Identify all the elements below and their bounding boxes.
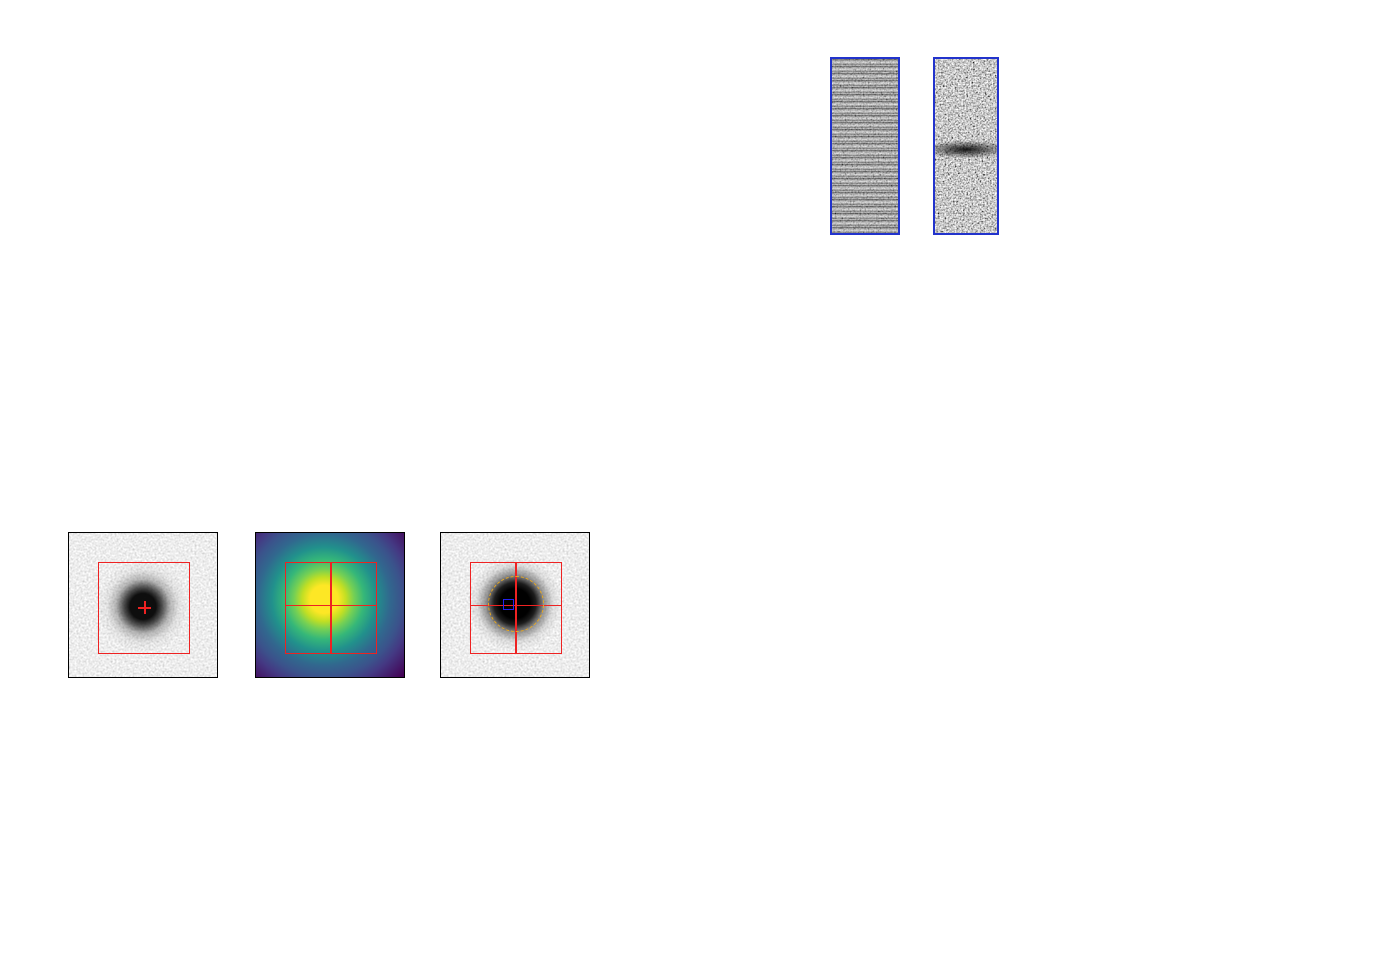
dark-trace-streak — [935, 59, 997, 233]
extraction-box — [285, 562, 377, 654]
cutout-lineflux-map — [225, 506, 435, 724]
hsc-r-image — [440, 532, 590, 678]
full-spectrum-plot — [55, 268, 1325, 468]
center-marker-icon — [143, 601, 146, 614]
clean-image — [933, 57, 999, 235]
line-fit-zoom-plot — [1035, 48, 1315, 223]
lineflux-map-image — [255, 532, 405, 678]
fiber-positions-image — [68, 532, 218, 678]
cutout-hsc-r — [410, 506, 620, 724]
with-sky-image — [830, 57, 900, 235]
sky-noise-overlay — [832, 59, 898, 233]
extraction-box — [470, 562, 562, 654]
cutout-fiber-positions — [38, 506, 248, 724]
